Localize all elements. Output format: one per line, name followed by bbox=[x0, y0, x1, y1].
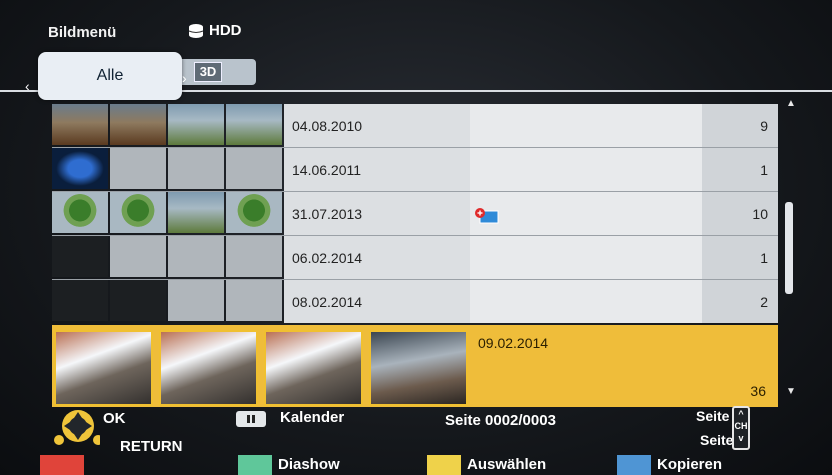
thumbnail bbox=[168, 192, 224, 233]
thumbnail bbox=[110, 192, 166, 233]
thumbnail bbox=[264, 330, 363, 406]
list-item-selected[interactable]: 09.02.2014 36 bbox=[52, 325, 778, 407]
page-indicator: Seite 0002/0003 bbox=[445, 412, 556, 429]
pause-icon bbox=[236, 411, 266, 427]
thumbnail bbox=[54, 330, 153, 406]
thumbnail bbox=[52, 148, 108, 189]
thumbnail bbox=[52, 280, 108, 321]
list-item-count: 10 bbox=[702, 192, 778, 235]
new-content-icon bbox=[475, 208, 499, 224]
list-item-date: 14.06.2011 bbox=[284, 148, 470, 191]
green-button[interactable] bbox=[238, 455, 272, 475]
list-item[interactable]: 06.02.2014 1 bbox=[52, 236, 778, 280]
tab-3d[interactable]: 3D bbox=[180, 59, 256, 85]
hdd-icon bbox=[188, 23, 204, 38]
thumbnail bbox=[52, 192, 108, 233]
ok-label: OK bbox=[103, 410, 126, 427]
thumbnail bbox=[369, 330, 468, 406]
dpad-icon bbox=[54, 410, 100, 445]
blue-button-label: Kopieren bbox=[657, 456, 723, 473]
list-item[interactable]: 08.02.2014 2 bbox=[52, 280, 778, 323]
thumbnail bbox=[226, 104, 282, 145]
date-list: 04.08.2010 9 14.06.2011 1 31.07.2013 10 … bbox=[52, 104, 778, 407]
thumbnail bbox=[52, 104, 108, 145]
list-item-count: 36 bbox=[750, 383, 766, 399]
tab-alle[interactable]: Alle bbox=[38, 52, 182, 100]
list-item[interactable]: 04.08.2010 9 bbox=[52, 104, 778, 148]
yellow-button[interactable] bbox=[427, 455, 461, 475]
scrollbar-thumb[interactable] bbox=[785, 202, 793, 294]
tab-left-arrow-icon[interactable]: ‹ bbox=[25, 78, 30, 94]
list-item-date: 04.08.2010 bbox=[284, 104, 470, 147]
blue-button[interactable] bbox=[617, 455, 651, 475]
scroll-up-icon[interactable]: ▲ bbox=[786, 98, 796, 109]
thumbnail bbox=[110, 280, 166, 321]
thumbnail bbox=[159, 330, 258, 406]
list-item[interactable]: 14.06.2011 1 bbox=[52, 148, 778, 192]
list-item-count: 2 bbox=[702, 280, 778, 323]
list-item-date: 06.02.2014 bbox=[284, 236, 470, 279]
channel-icon: ^ CH v bbox=[732, 406, 750, 450]
red-button[interactable] bbox=[40, 455, 84, 475]
thumbnail bbox=[168, 104, 224, 145]
list-item[interactable]: 31.07.2013 10 bbox=[52, 192, 778, 236]
thumbnail bbox=[226, 192, 282, 233]
scroll-down-icon[interactable]: ▼ bbox=[786, 386, 796, 397]
list-item-date: 09.02.2014 bbox=[478, 335, 549, 351]
tab-3d-label: 3D bbox=[194, 62, 222, 82]
calendar-label: Kalender bbox=[280, 409, 345, 426]
list-item-date: 08.02.2014 bbox=[284, 280, 470, 323]
thumbnail bbox=[110, 104, 166, 145]
page-title: Bildmenü bbox=[48, 24, 117, 41]
source-label: HDD bbox=[209, 22, 242, 39]
return-label: RETURN bbox=[120, 438, 183, 455]
list-item-count: 9 bbox=[702, 104, 778, 147]
yellow-button-label: Auswählen bbox=[467, 456, 547, 473]
thumbnail bbox=[52, 236, 108, 277]
tab-right-arrow-icon[interactable]: › bbox=[182, 70, 187, 86]
list-item-count: 1 bbox=[702, 236, 778, 279]
list-item-date: 31.07.2013 bbox=[284, 192, 470, 235]
green-button-label: Diashow bbox=[278, 456, 340, 473]
source-indicator: HDD bbox=[188, 22, 242, 39]
list-item-count: 1 bbox=[702, 148, 778, 191]
